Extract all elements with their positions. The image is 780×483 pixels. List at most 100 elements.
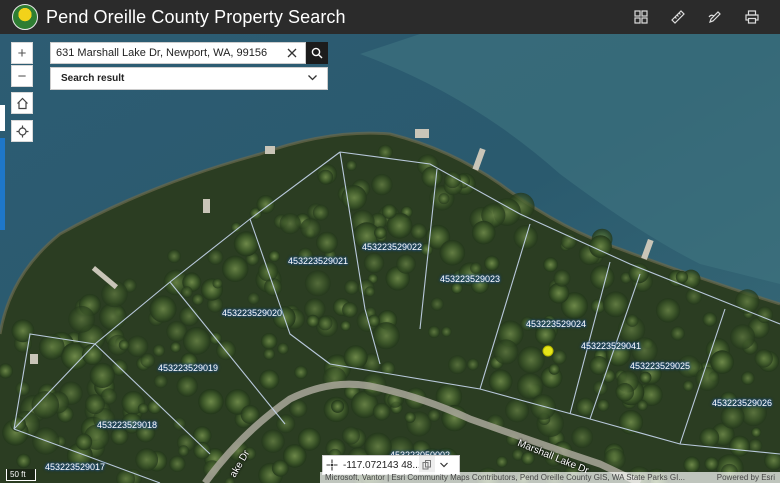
parcel-label[interactable]: 453223529018 — [97, 420, 157, 430]
tree — [441, 326, 452, 337]
tree — [548, 363, 560, 375]
tree — [340, 320, 351, 331]
tree — [153, 374, 168, 389]
print-button[interactable] — [733, 0, 770, 34]
county-logo-icon — [12, 4, 38, 30]
map-attribution[interactable]: Microsoft, Vantor | Esri Community Maps … — [320, 472, 780, 483]
tree — [374, 226, 387, 239]
tree — [589, 356, 609, 375]
tree — [343, 345, 368, 370]
chevron-down-icon — [440, 462, 448, 468]
tree — [364, 286, 376, 297]
parcel-label[interactable]: 453223529019 — [158, 363, 218, 373]
tree — [505, 398, 530, 423]
tree — [682, 380, 694, 392]
tree — [381, 204, 397, 219]
search-result-panel[interactable]: Search result — [50, 67, 328, 90]
measure-button[interactable] — [659, 0, 696, 34]
chevron-down-icon[interactable] — [307, 70, 318, 88]
tree — [331, 399, 345, 413]
parcel-label[interactable]: 453223529021 — [288, 256, 348, 266]
parcel-label[interactable]: 453223529041 — [581, 341, 641, 351]
tree — [496, 456, 508, 468]
tree — [256, 195, 276, 214]
parcel-label[interactable]: 453223529026 — [712, 398, 772, 408]
tree — [597, 399, 610, 412]
side-panel-handle[interactable] — [0, 105, 5, 131]
parcel-label[interactable]: 453223529020 — [222, 308, 282, 318]
tree — [655, 298, 681, 323]
tree — [590, 265, 615, 290]
tree — [147, 399, 162, 414]
search-icon — [311, 47, 323, 59]
scale-bar: 50 ft — [6, 469, 36, 481]
tree — [448, 355, 467, 375]
search-button[interactable] — [306, 42, 328, 64]
powered-by-esri[interactable]: Powered by Esri — [717, 473, 775, 482]
tree — [735, 289, 760, 314]
search-input[interactable] — [51, 47, 281, 59]
tree — [277, 342, 289, 355]
tree — [637, 400, 648, 411]
tree — [602, 291, 629, 318]
side-panel-strip[interactable] — [0, 138, 5, 230]
grid-icon — [633, 10, 648, 24]
printer-icon — [744, 10, 759, 24]
tree — [31, 391, 60, 419]
tree — [268, 250, 280, 262]
tree — [16, 453, 31, 469]
parcel-label[interactable]: 453223529025 — [630, 361, 690, 371]
tree — [260, 333, 278, 350]
tree — [167, 249, 181, 263]
tree — [126, 335, 149, 358]
tree — [628, 262, 649, 284]
zoom-out-button[interactable]: − — [11, 65, 33, 87]
tree — [685, 288, 703, 305]
tree — [396, 254, 416, 274]
parcel-label[interactable]: 453223529017 — [45, 462, 105, 472]
tree — [741, 371, 755, 386]
tree — [754, 349, 773, 368]
parcel-label[interactable]: 453223529024 — [526, 319, 586, 329]
basemap-gallery-button[interactable] — [622, 0, 659, 34]
copy-icon — [422, 460, 431, 470]
tree — [289, 399, 308, 418]
draw-button[interactable] — [696, 0, 733, 34]
tree — [149, 295, 177, 323]
coordinate-readout: -117.072143 48.... — [343, 459, 419, 471]
tree — [615, 383, 634, 402]
map-view[interactable]: 453223529022 453223529021 453223529023 4… — [0, 34, 780, 483]
parcel-label[interactable]: 453223529022 — [362, 242, 422, 252]
tree — [710, 350, 734, 374]
parcel-label[interactable]: 453223529023 — [440, 274, 500, 284]
tree — [729, 435, 751, 457]
tree — [316, 231, 338, 254]
tree — [306, 314, 320, 328]
tree — [212, 278, 223, 289]
tree — [89, 362, 115, 388]
tree — [304, 270, 331, 297]
tree — [152, 344, 165, 357]
aerial-imagery — [0, 34, 780, 483]
tree — [318, 169, 334, 185]
locate-button[interactable] — [11, 120, 33, 142]
tree — [15, 381, 31, 397]
tree — [493, 339, 519, 365]
tree — [683, 456, 701, 474]
tree — [517, 346, 545, 374]
tree — [222, 255, 249, 282]
tree — [625, 314, 639, 327]
header-toolbar — [622, 0, 770, 34]
tree — [192, 293, 204, 306]
tree — [404, 411, 416, 423]
home-button[interactable] — [11, 92, 33, 114]
tree — [169, 455, 186, 472]
clear-search-button[interactable] — [281, 43, 303, 63]
tree — [639, 371, 652, 384]
tree — [751, 427, 762, 438]
tree — [344, 279, 359, 295]
tree — [430, 297, 444, 311]
tree — [670, 326, 685, 341]
zoom-in-button[interactable]: + — [11, 42, 33, 64]
attribution-text: Microsoft, Vantor | Esri Community Maps … — [325, 473, 685, 482]
